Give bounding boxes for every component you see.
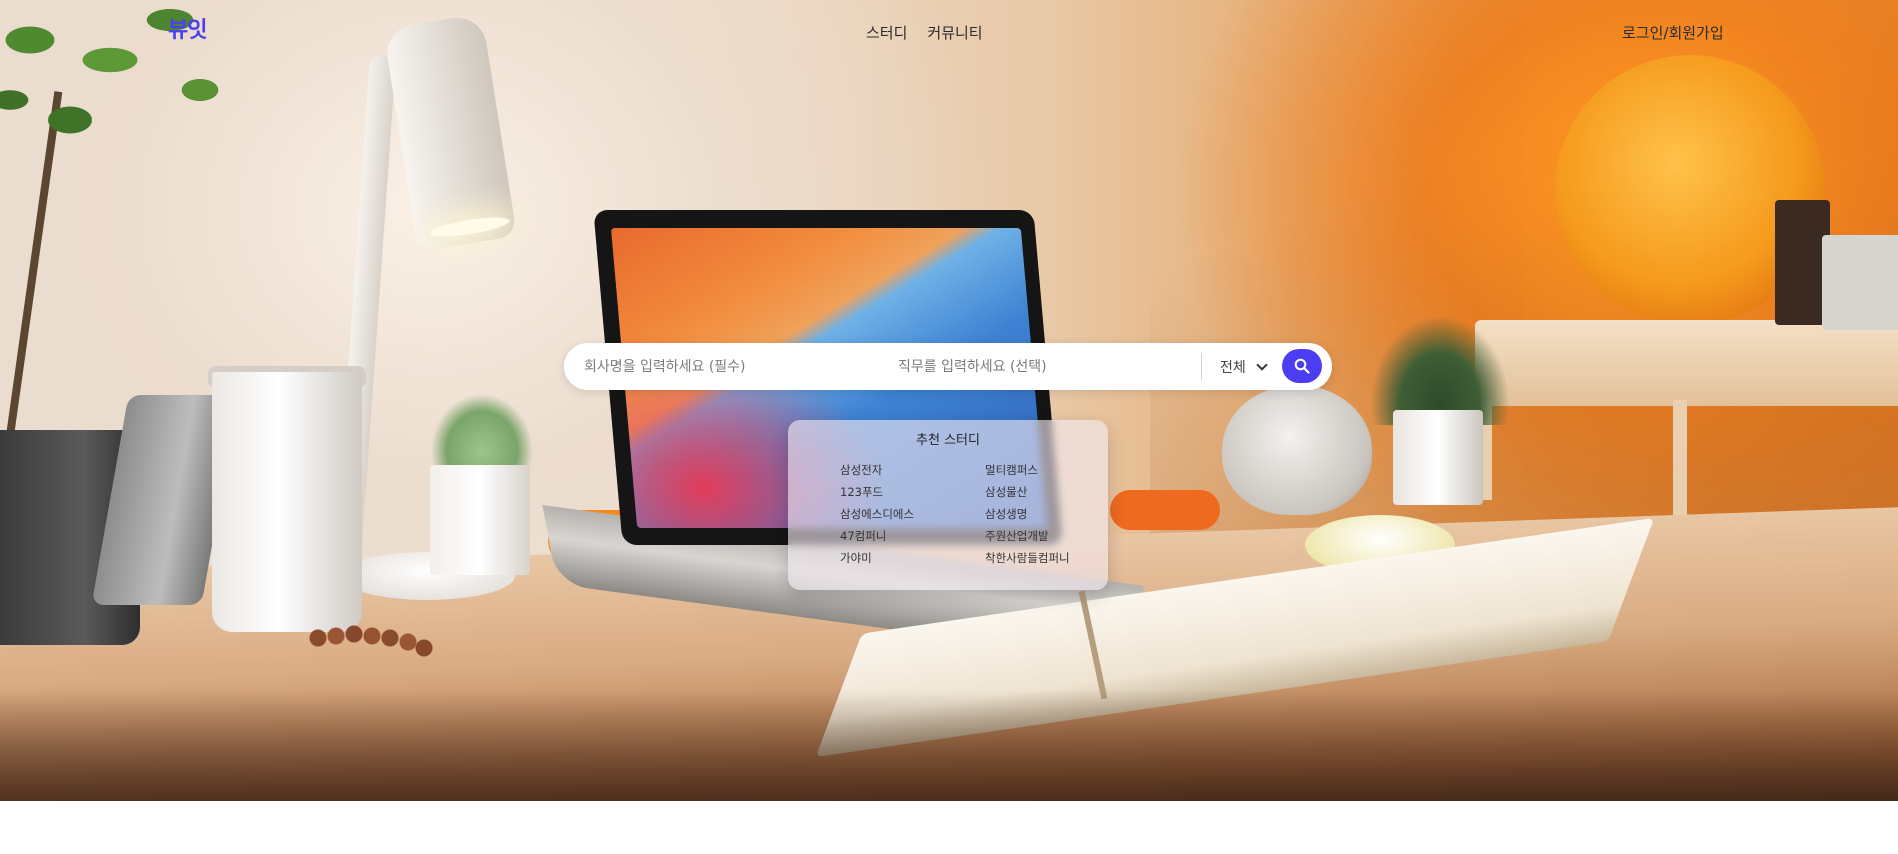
chevron-down-icon <box>1256 358 1268 371</box>
recommended-study-panel: 추천 스터디 삼성전자 123푸드 삼성에스디에스 47컴퍼니 가야미 멀티캠퍼… <box>788 420 1108 590</box>
main-nav: 스터디 커뮤니티 <box>866 22 983 43</box>
recommended-title: 추천 스터디 <box>916 433 980 448</box>
site-logo[interactable]: 뷰잇 <box>168 12 207 44</box>
recommended-item[interactable]: 삼성에스디에스 <box>840 505 914 523</box>
job-input[interactable] <box>898 343 1198 390</box>
recommended-list-right: 멀티캠퍼스 삼성물산 삼성생명 주원산업개발 착한사람들컴퍼니 <box>985 461 1070 567</box>
recommended-item[interactable]: 주원산업개발 <box>985 527 1070 545</box>
search-divider <box>1201 353 1202 380</box>
desk-lamp <box>383 13 517 252</box>
search-bar: 전체 <box>564 343 1332 390</box>
category-selected-value: 전체 <box>1220 359 1246 376</box>
search-icon <box>1294 358 1310 374</box>
recommended-item[interactable]: 삼성생명 <box>985 505 1070 523</box>
category-select[interactable]: 전체 <box>1220 343 1268 390</box>
recommended-item[interactable]: 삼성전자 <box>840 461 914 479</box>
nav-community[interactable]: 커뮤니티 <box>927 22 982 43</box>
search-button[interactable] <box>1282 349 1322 383</box>
recommended-item[interactable]: 47컴퍼니 <box>840 527 914 545</box>
recommended-item[interactable]: 가야미 <box>840 549 914 567</box>
hero-background-photo <box>0 0 1898 801</box>
recommended-item[interactable]: 멀티캠퍼스 <box>985 461 1070 479</box>
recommended-list-left: 삼성전자 123푸드 삼성에스디에스 47컴퍼니 가야미 <box>840 461 914 567</box>
nav-study[interactable]: 스터디 <box>866 22 907 43</box>
recommended-item[interactable]: 삼성물산 <box>985 483 1070 501</box>
cup <box>212 372 362 632</box>
speaker <box>1222 385 1372 515</box>
company-input[interactable] <box>584 343 884 390</box>
recommended-item[interactable]: 착한사람들컴퍼니 <box>985 549 1070 567</box>
succulent-pot <box>430 465 530 575</box>
plant-left <box>0 0 270 180</box>
recommended-item[interactable]: 123푸드 <box>840 483 914 501</box>
login-signup-link[interactable]: 로그인/회원가입 <box>1622 22 1724 43</box>
